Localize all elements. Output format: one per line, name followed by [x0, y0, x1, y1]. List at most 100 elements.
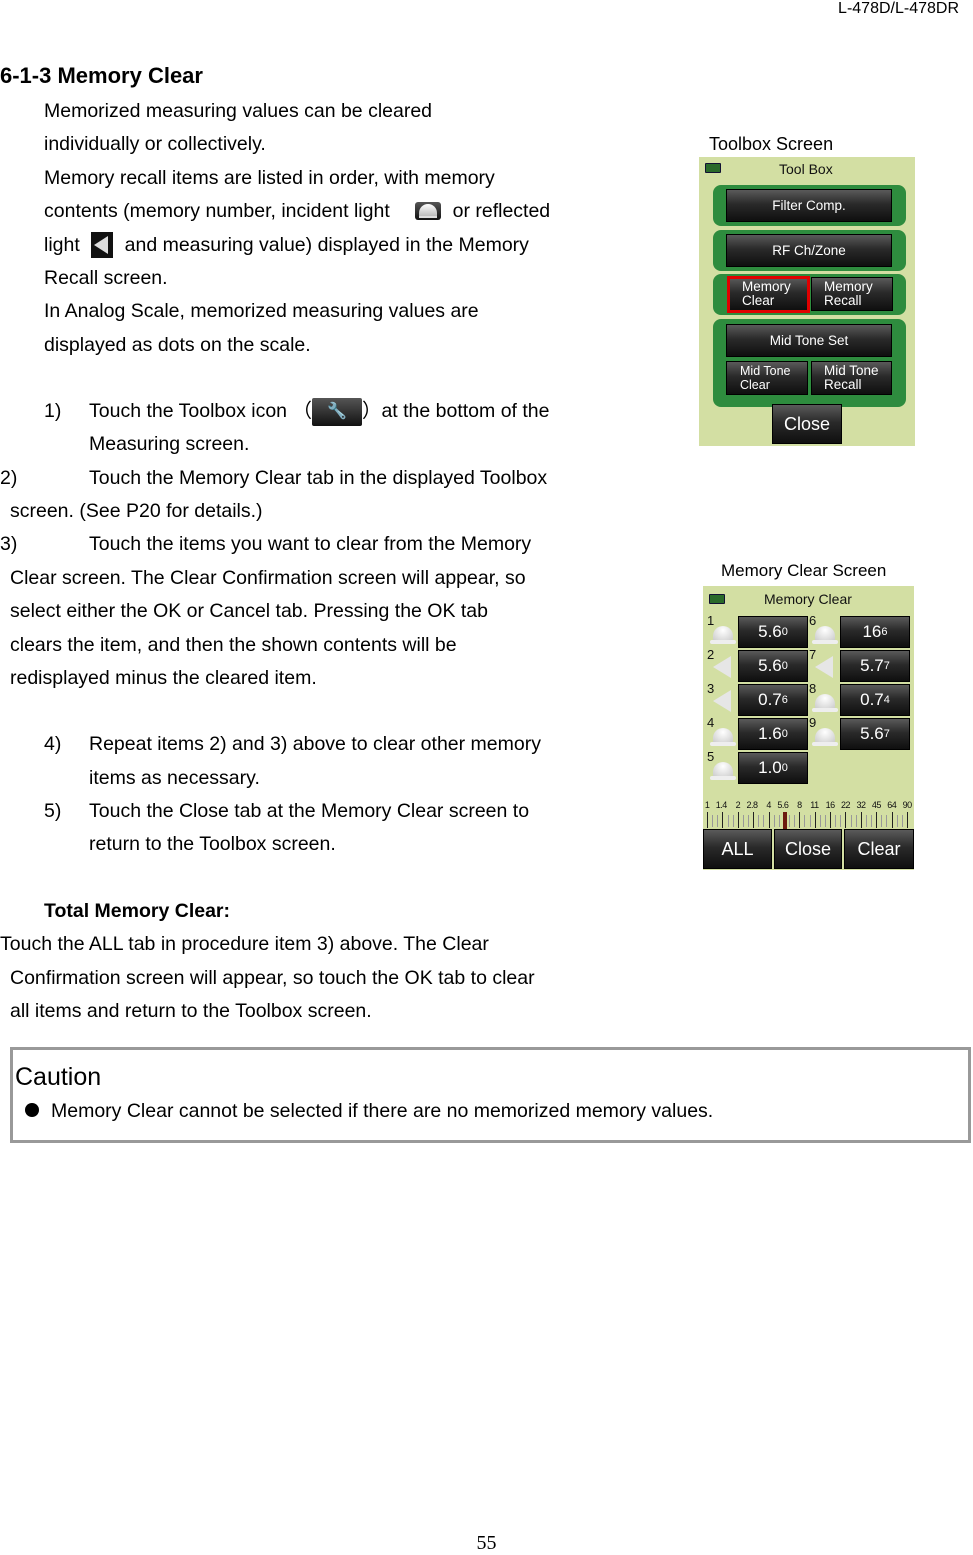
memory-item-button[interactable]: 5.6 0: [738, 616, 808, 648]
memory-item-button[interactable]: 16 6: [840, 616, 910, 648]
step-line: clears the item, and then the shown cont…: [10, 633, 457, 656]
memory-value: 5.6: [758, 622, 782, 641]
memory-item-button[interactable]: 0.7 4: [840, 684, 910, 716]
scale-label: 16: [825, 800, 836, 810]
intro-text: and measuring value) displayed in the Me…: [124, 233, 529, 256]
memory-item-button[interactable]: 1.0 0: [738, 752, 808, 784]
scale-label: 2.8: [746, 800, 759, 810]
scale-minor-tick: [865, 815, 867, 827]
memory-value-tenths: 0: [781, 626, 788, 638]
memory-item-button[interactable]: 5.6 0: [738, 650, 808, 682]
scale-label: 22: [841, 800, 851, 810]
filter-comp-button[interactable]: Filter Comp.: [726, 189, 892, 222]
scale-label: 4: [766, 800, 771, 810]
memory-value-tenths: 6: [781, 694, 788, 706]
clear-button[interactable]: Clear: [844, 829, 914, 869]
incident-light-icon: [710, 762, 736, 780]
step-text: Touch the items you want to clear from t…: [89, 533, 532, 555]
memory-clear-screen: Memory Clear 1 5.6 0 2 5.6 0 3 0.7 6 4 1.6 0 5 1.0 0 6 1…: [703, 586, 914, 870]
step-5: 5) Touch the Close tab at the Memory Cle…: [44, 795, 529, 828]
document-header: L-478D/L-478DR: [838, 0, 959, 17]
step-3: 3) Touch the items you want to clear fro…: [0, 528, 531, 561]
page-number: 55: [476, 1532, 497, 1554]
toolbox-title: Tool Box: [779, 161, 833, 177]
step-line: Clear screen. The Clear Confirmation scr…: [10, 567, 526, 589]
total-clear-line: Touch the ALL tab in procedure item 3) a…: [0, 933, 489, 955]
section-title: 6-1-3 Memory Clear: [0, 63, 203, 88]
scale-minor-tick: [850, 815, 852, 827]
scale-tick: [768, 812, 770, 828]
step-3-cont: Clear screen. The Clear Confirmation scr…: [10, 562, 526, 696]
memory-value: 5.6: [758, 656, 782, 675]
step-4-cont: items as necessary.: [89, 767, 260, 789]
memory-recall-button[interactable]: Memory Recall: [811, 277, 893, 311]
scale-label: 2: [735, 800, 741, 810]
scale-minor-tick: [809, 815, 811, 827]
close-button[interactable]: Close: [772, 404, 842, 444]
step-number: 1): [44, 400, 62, 422]
memory-value: 1.6: [758, 724, 782, 743]
memory-value: 1.0: [758, 758, 782, 777]
scale-minor-tick: [748, 815, 750, 827]
step-number: 3): [0, 533, 18, 555]
mid-tone-recall-button[interactable]: Mid Tone Recall: [811, 361, 892, 395]
step-1-cont: Measuring screen.: [89, 433, 250, 455]
scale-minor-tick: [886, 815, 888, 827]
mid-tone-clear-button[interactable]: Mid Tone Clear: [726, 361, 808, 395]
close-button[interactable]: Close: [774, 829, 842, 869]
step-text-part: ）at the bottom of the: [361, 400, 550, 422]
step-line: redisplayed minus the cleared item.: [10, 667, 317, 690]
memory-value-tenths: 0: [781, 762, 788, 774]
scale-label: 8: [797, 800, 802, 810]
memory-item-button[interactable]: 5.7 7: [840, 650, 910, 682]
scale-minor-tick: [727, 815, 729, 827]
scale-minor-tick: [758, 815, 760, 827]
step-number: 2): [0, 467, 18, 489]
intro-line: Memory recall items are listed in order,…: [44, 166, 495, 189]
scale-minor-tick: [896, 815, 898, 827]
all-button[interactable]: ALL: [703, 829, 772, 869]
scale-tick: [845, 812, 847, 828]
scale-label: 64: [887, 800, 897, 810]
intro-line: Memorized measuring values can be cleare…: [44, 100, 433, 122]
intro-text: or reflected: [452, 200, 551, 223]
step-text: Touch the Close tab at the Memory Clear …: [89, 800, 530, 822]
scale-minor-tick: [732, 815, 734, 827]
battery-icon: [705, 163, 721, 173]
caution-box: Caution Memory Clear cannot be selected …: [10, 1047, 971, 1143]
button-label: Memory: [824, 279, 873, 294]
scale-tick: [737, 812, 739, 828]
reflected-light-icon: [713, 690, 731, 712]
button-label: Mid Tone: [740, 364, 791, 378]
total-clear-heading: Total Memory Clear:: [44, 900, 231, 922]
memory-item-button[interactable]: 0.7 6: [738, 684, 808, 716]
intro-text: contents (memory number, incident light: [44, 200, 390, 223]
incident-light-icon: [710, 626, 736, 644]
analog-scale: 1 1.4 2 2.8 4 5.6 8 11 16 22 32 45 64 90: [705, 800, 913, 830]
scale-tick: [814, 812, 816, 828]
scale-label: 32: [856, 800, 866, 810]
scale-minor-tick: [835, 815, 837, 827]
button-label: Recall: [824, 293, 862, 308]
rf-ch-zone-button[interactable]: RF Ch/Zone: [726, 234, 892, 267]
step-number: 5): [44, 800, 62, 822]
step-text-part: Touch the Toolbox icon （: [89, 400, 312, 422]
reflected-light-icon: [91, 232, 114, 259]
step-line: select either the OK or Cancel tab. Pres…: [10, 600, 488, 623]
scale-label: 45: [871, 800, 882, 810]
memory-clear-title: Memory Clear: [764, 591, 852, 607]
incident-light-icon: [710, 728, 736, 746]
scale-tick: [907, 812, 908, 828]
mid-tone-set-button[interactable]: Mid Tone Set: [726, 324, 892, 357]
intro-text: light: [44, 233, 80, 256]
memory-item-button[interactable]: 1.6 0: [738, 718, 808, 750]
total-clear-line: all items and return to the Toolbox scre…: [10, 1000, 372, 1022]
scale-minor-tick: [742, 815, 744, 827]
bullet-icon: [25, 1103, 39, 1117]
scale-minor-tick: [871, 815, 873, 827]
button-label: Recall: [824, 377, 862, 392]
scale-minor-tick: [778, 815, 780, 827]
scale-label: 90: [902, 800, 913, 810]
memory-value-tenths: 0: [781, 660, 788, 672]
memory-item-button[interactable]: 5.6 7: [840, 718, 910, 750]
